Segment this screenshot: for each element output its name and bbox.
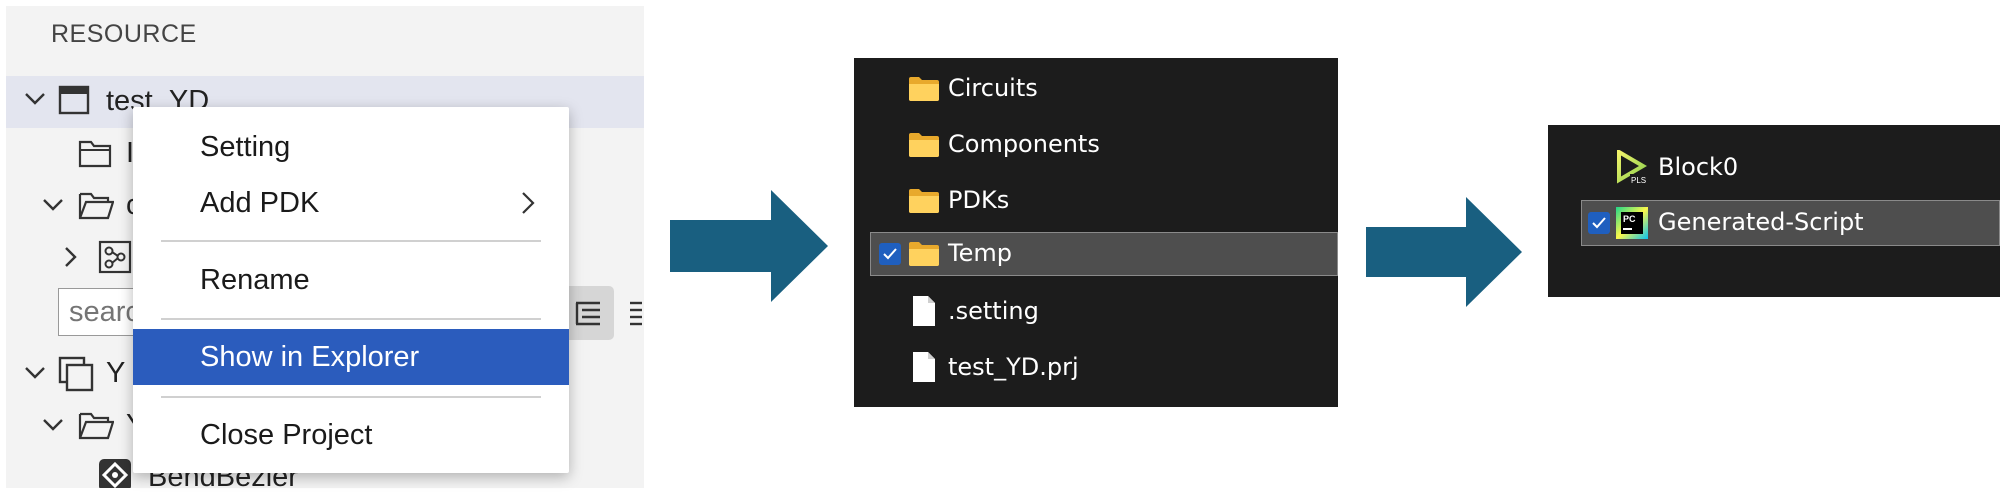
explorer-item-name: Circuits <box>948 74 1038 102</box>
file-icon <box>912 295 936 327</box>
pls-label: PLS <box>1631 176 1646 185</box>
explorer-item-name: Components <box>948 130 1100 158</box>
file-icon <box>912 351 936 383</box>
explorer-item-file[interactable]: test_YD.prj <box>854 346 1338 390</box>
right-arrow-icon <box>1366 197 1522 307</box>
menu-divider <box>161 240 541 242</box>
folder-icon <box>908 241 940 267</box>
explorer-item-name: .setting <box>948 297 1039 325</box>
checkmark-icon <box>1592 217 1606 229</box>
explorer-item-folder[interactable]: Components <box>854 123 1338 167</box>
folder-icon <box>78 138 112 168</box>
chevron-right-icon <box>521 191 535 215</box>
checkbox[interactable] <box>879 243 901 265</box>
list-icon <box>630 301 642 326</box>
chevron-right-icon[interactable] <box>64 246 78 268</box>
menu-item-setting[interactable]: Setting <box>133 119 569 175</box>
menu-item-add-pdk[interactable]: Add PDK <box>133 175 569 231</box>
component-icon <box>98 458 132 488</box>
menu-item-show-in-explorer[interactable]: Show in Explorer <box>133 329 569 385</box>
chevron-down-icon[interactable] <box>42 198 64 212</box>
explorer-item-name: PDKs <box>948 186 1010 214</box>
folder-open-icon <box>78 190 114 220</box>
menu-item-label: Add PDK <box>200 187 320 219</box>
menu-item-rename[interactable]: Rename <box>133 252 569 308</box>
block-item[interactable]: PLS Block0 <box>1548 145 2000 191</box>
checkmark-icon <box>883 248 897 260</box>
menu-item-label: Close Project <box>200 419 373 451</box>
chevron-down-icon[interactable] <box>24 92 46 106</box>
chevron-down-icon[interactable] <box>42 418 64 432</box>
explorer-panel: Circuits Components PDKs Temp .setting t… <box>854 58 1338 407</box>
copy-icon <box>58 356 94 392</box>
selection-highlight <box>870 232 1338 276</box>
explorer-item-folder[interactable]: PDKs <box>854 179 1338 223</box>
resource-title: RESOURCE <box>51 20 197 48</box>
list-view-button[interactable] <box>628 288 644 336</box>
explorer-item-folder[interactable]: Circuits <box>854 67 1338 111</box>
tree-item-label: Y <box>106 357 126 389</box>
menu-item-label: Show in Explorer <box>200 341 420 373</box>
window-icon <box>58 84 90 116</box>
explorer-item-file[interactable]: .setting <box>854 290 1338 334</box>
context-menu: Setting Add PDK Rename Show in Explorer … <box>133 107 569 473</box>
block-item-selected[interactable]: PC Generated-Script <box>1548 200 2000 246</box>
folder-icon <box>908 132 940 158</box>
tree-view-button[interactable] <box>562 286 614 340</box>
menu-divider <box>161 396 541 398</box>
pls-play-icon: PLS <box>1616 150 1648 186</box>
menu-item-label: Rename <box>200 264 310 296</box>
block-list-panel: PLS Block0 PC Generated-Script <box>1548 125 2000 297</box>
block-item-name: Block0 <box>1658 153 1739 181</box>
pc-label: PC <box>1623 214 1636 224</box>
folder-icon <box>908 76 940 102</box>
pycharm-icon: PC <box>1616 207 1648 239</box>
menu-item-close-project[interactable]: Close Project <box>133 407 569 463</box>
menu-divider <box>161 318 541 320</box>
explorer-item-name: test_YD.prj <box>948 353 1079 381</box>
menu-item-label: Setting <box>200 131 291 163</box>
explorer-item-folder-selected[interactable]: Temp <box>854 232 1338 276</box>
chevron-down-icon[interactable] <box>24 366 46 380</box>
folder-open-icon <box>78 410 114 440</box>
folder-icon <box>908 188 940 214</box>
checkbox[interactable] <box>1588 212 1610 234</box>
list-tree-icon <box>575 301 600 326</box>
schematic-icon <box>98 240 132 274</box>
block-item-name: Generated-Script <box>1658 208 1864 236</box>
right-arrow-icon <box>670 190 828 302</box>
explorer-item-name: Temp <box>948 239 1012 267</box>
